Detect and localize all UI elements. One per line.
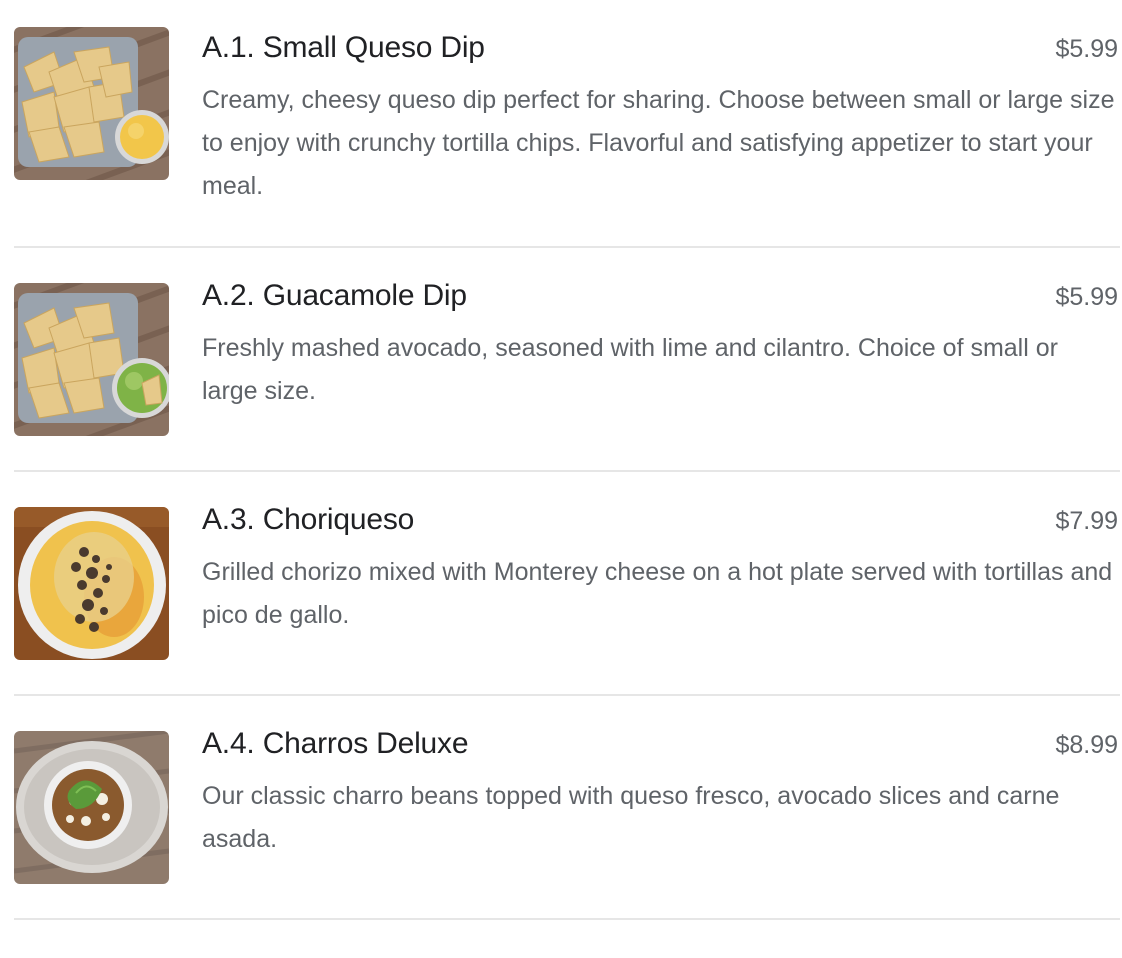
menu-list: A.1. Small Queso Dip $5.99 Creamy, chees… [14,0,1120,920]
menu-item[interactable]: A.3. Choriqueso $7.99 Grilled chorizo mi… [14,472,1120,696]
item-title: A.1. Small Queso Dip [202,31,485,64]
menu-item[interactable]: A.2. Guacamole Dip $5.99 Freshly mashed … [14,248,1120,472]
item-description: Creamy, cheesy queso dip perfect for sha… [202,86,1115,200]
item-title: A.2. Guacamole Dip [202,279,467,312]
queso-dip-photo [14,27,169,180]
charros-deluxe-photo [14,731,169,884]
menu-item[interactable]: A.4. Charros Deluxe $8.99 Our classic ch… [14,696,1120,920]
menu-item[interactable]: A.1. Small Queso Dip $5.99 Creamy, chees… [14,0,1120,248]
item-price: $7.99 [1055,507,1118,535]
item-price: $5.99 [1055,283,1118,311]
item-title: A.3. Choriqueso [202,503,415,536]
item-title: A.4. Charros Deluxe [202,727,469,760]
item-description: Freshly mashed avocado, seasoned with li… [202,334,1058,405]
item-description: Our classic charro beans topped with que… [202,782,1060,853]
item-price: $8.99 [1055,731,1118,759]
item-price: $5.99 [1055,35,1118,63]
item-description: Grilled chorizo mixed with Monterey chee… [202,558,1113,629]
choriqueso-photo [14,507,169,660]
guacamole-dip-photo [14,283,169,436]
